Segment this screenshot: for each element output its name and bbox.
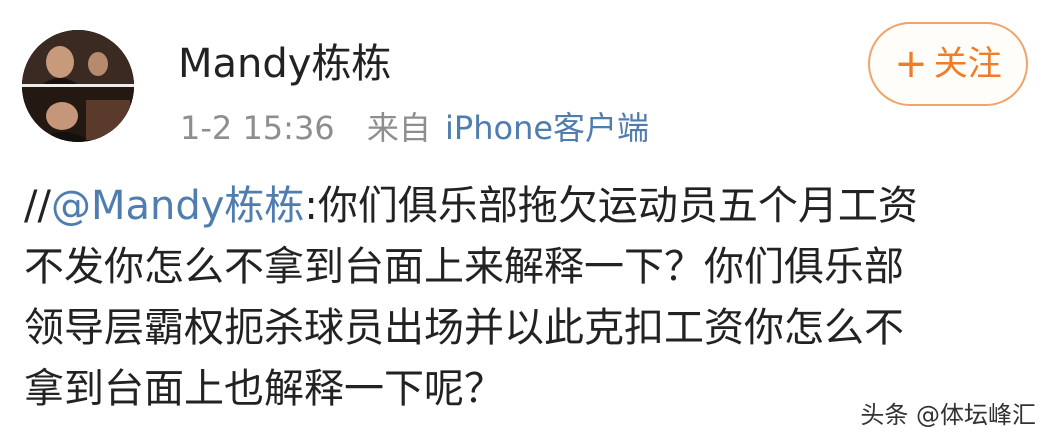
post-meta: 1-2 15:36 来自 iPhone客户端 — [180, 106, 649, 150]
avatar[interactable] — [22, 30, 134, 142]
source-prefix: 来自 — [366, 109, 431, 147]
post-body-line-2: 不发你怎么不拿到台面上来解释一下？你们俱乐部 — [24, 244, 904, 290]
post-body-line-1: //@Mandy栋栋:你们俱乐部拖欠运动员五个月工资 — [24, 176, 1034, 237]
post-body-line-3: 领导层霸权扼杀球员出场并以此克扣工资你怎么不 — [24, 305, 904, 351]
follow-button-label: 关注 — [933, 44, 1002, 84]
avatar-photo-icon — [22, 30, 134, 142]
mention-link[interactable]: @Mandy栋栋 — [51, 183, 304, 229]
weibo-post: Mandy栋栋 1-2 15:36 来自 iPhone客户端 + 关注 //@M… — [0, 0, 1052, 442]
plus-icon: + — [894, 41, 928, 87]
follow-button[interactable]: + 关注 — [868, 22, 1028, 106]
watermark: 头条 @体坛峰汇 — [860, 401, 1036, 429]
source-client-link[interactable]: iPhone客户端 — [445, 109, 649, 147]
timestamp: 1-2 15:36 — [180, 109, 335, 147]
post-body: //@Mandy栋栋:你们俱乐部拖欠运动员五个月工资 不发你怎么不拿到台面上来解… — [24, 176, 1034, 420]
repost-slashes: // — [24, 183, 51, 229]
username[interactable]: Mandy栋栋 — [178, 38, 391, 90]
body-text-line-1: :你们俱乐部拖欠运动员五个月工资 — [304, 183, 918, 229]
